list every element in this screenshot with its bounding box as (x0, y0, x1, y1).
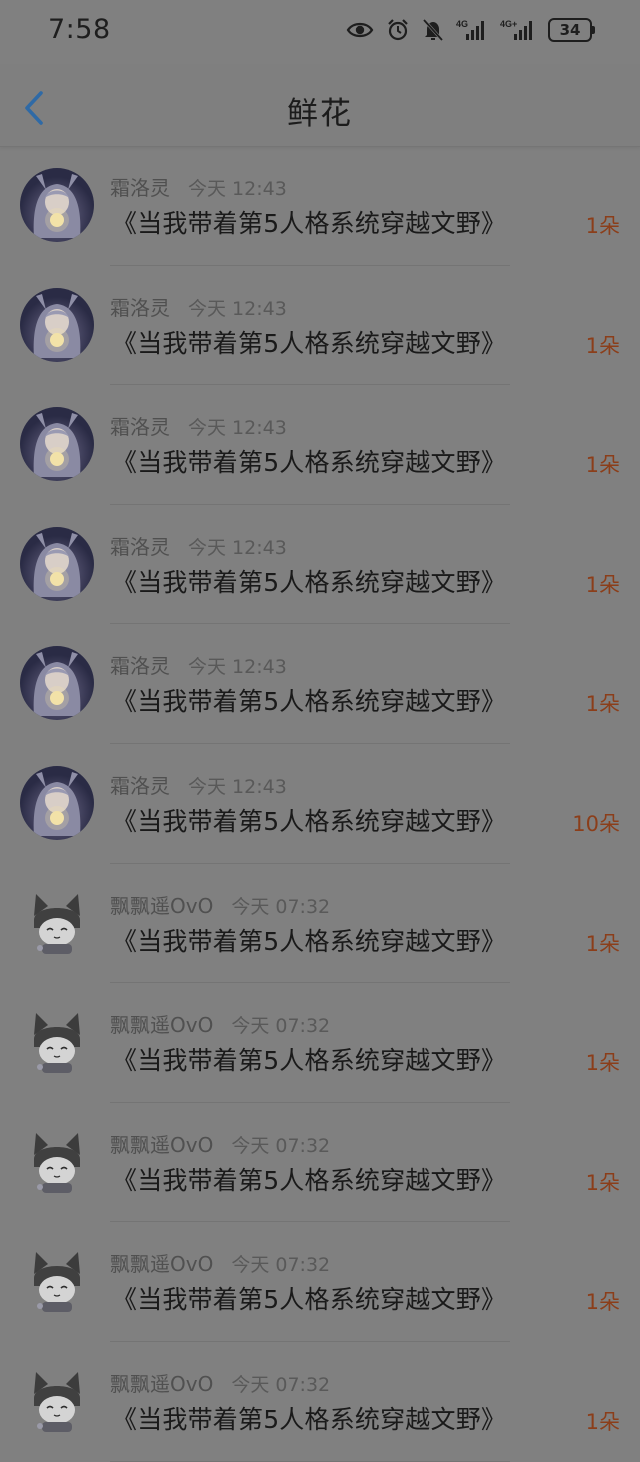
book-title[interactable]: 《当我带着第5人格系统穿越文野》 (112, 443, 506, 479)
list-item[interactable]: 飘飘遥OvO 今天 07:32 《当我带着第5人格系统穿越文野》 1朵 (0, 983, 640, 1103)
user-name[interactable]: 飘飘遥OvO (110, 1013, 213, 1037)
bell-off-icon (422, 18, 444, 42)
user-name[interactable]: 霜洛灵 (110, 654, 170, 678)
item-meta: 霜洛灵 今天 12:43 (110, 531, 287, 560)
svg-text:4G: 4G (456, 19, 468, 29)
item-meta: 飘飘遥OvO 今天 07:32 (110, 1248, 330, 1277)
book-title[interactable]: 《当我带着第5人格系统穿越文野》 (112, 324, 506, 360)
list-item[interactable]: 飘飘遥OvO 今天 07:32 《当我带着第5人格系统穿越文野》 1朵 (0, 1103, 640, 1223)
user-name[interactable]: 霜洛灵 (110, 415, 170, 439)
item-meta: 霜洛灵 今天 12:43 (110, 650, 287, 679)
list-item[interactable]: 飘飘遥OvO 今天 07:32 《当我带着第5人格系统穿越文野》 1朵 (0, 1342, 640, 1462)
item-time: 今天 07:32 (231, 895, 331, 918)
book-title[interactable]: 《当我带着第5人格系统穿越文野》 (112, 1161, 506, 1197)
item-meta: 飘飘遥OvO 今天 07:32 (110, 1368, 330, 1397)
status-icons: 4G 4G+ 34 (346, 18, 595, 42)
avatar[interactable] (20, 1124, 94, 1199)
avatar[interactable] (20, 1244, 94, 1319)
eye-icon (346, 22, 374, 38)
book-title[interactable]: 《当我带着第5人格系统穿越文野》 (112, 1400, 506, 1436)
item-time: 今天 07:32 (231, 1134, 331, 1157)
status-bar: 7:58 4G 4G+ 34 (0, 0, 640, 64)
list-item[interactable]: 飘飘遥OvO 今天 07:32 《当我带着第5人格系统穿越文野》 1朵 (0, 864, 640, 984)
avatar[interactable] (20, 765, 94, 840)
flower-list: 霜洛灵 今天 12:43 《当我带着第5人格系统穿越文野》 1朵 霜洛灵 今天 12:4… (0, 146, 640, 1462)
user-name[interactable]: 飘飘遥OvO (110, 1252, 213, 1276)
alarm-icon (388, 19, 408, 41)
page-title: 鲜花 (287, 96, 353, 132)
battery-indicator: 34 (548, 18, 595, 42)
flower-count: 1朵 (585, 692, 620, 717)
book-title[interactable]: 《当我带着第5人格系统穿越文野》 (112, 802, 506, 838)
item-meta: 霜洛灵 今天 12:43 (110, 292, 287, 321)
list-item[interactable]: 飘飘遥OvO 今天 07:32 《当我带着第5人格系统穿越文野》 1朵 (0, 1222, 640, 1342)
list-item[interactable]: 霜洛灵 今天 12:43 《当我带着第5人格系统穿越文野》 10朵 (0, 744, 640, 864)
divider (110, 1460, 510, 1462)
book-title[interactable]: 《当我带着第5人格系统穿越文野》 (112, 1280, 506, 1316)
item-time: 今天 12:43 (188, 297, 287, 320)
avatar[interactable] (20, 646, 94, 721)
flower-count: 1朵 (585, 214, 620, 238)
signal-4g-icon: 4G+ (500, 19, 532, 40)
flower-count: 1朵 (585, 931, 620, 956)
item-time: 今天 12:43 (188, 656, 287, 679)
list-item[interactable]: 霜洛灵 今天 12:43 《当我带着第5人格系统穿越文野》 1朵 (0, 505, 640, 625)
user-name[interactable]: 霜洛灵 (110, 774, 170, 798)
item-time: 今天 12:43 (188, 775, 287, 798)
avatar[interactable] (20, 1363, 94, 1438)
avatar[interactable] (20, 526, 94, 601)
flower-count: 1朵 (585, 333, 620, 358)
avatar[interactable] (20, 287, 94, 362)
item-time: 今天 07:32 (231, 1254, 331, 1277)
item-meta: 霜洛灵 今天 12:43 (110, 770, 287, 799)
item-meta: 飘飘遥OvO 今天 07:32 (110, 890, 330, 919)
flower-count: 1朵 (585, 453, 620, 478)
item-meta: 飘飘遥OvO 今天 07:32 (110, 1129, 330, 1158)
item-time: 今天 12:43 (188, 536, 287, 559)
user-name[interactable]: 霜洛灵 (110, 296, 170, 320)
list-item[interactable]: 霜洛灵 今天 12:43 《当我带着第5人格系统穿越文野》 1朵 (0, 624, 640, 744)
list-item[interactable]: 霜洛灵 今天 12:43 《当我带着第5人格系统穿越文野》 1朵 (0, 385, 640, 505)
item-meta: 霜洛灵 今天 12:43 (110, 411, 287, 440)
item-time: 今天 12:43 (188, 178, 287, 200)
list-item[interactable]: 霜洛灵 今天 12:43 《当我带着第5人格系统穿越文野》 1朵 (0, 266, 640, 386)
user-name[interactable]: 霜洛灵 (110, 535, 170, 559)
avatar[interactable] (20, 168, 94, 242)
user-name[interactable]: 飘飘遥OvO (110, 1372, 213, 1396)
book-title[interactable]: 《当我带着第5人格系统穿越文野》 (112, 1041, 506, 1077)
book-title[interactable]: 《当我带着第5人格系统穿越文野》 (112, 563, 506, 599)
status-time: 7:58 (48, 14, 111, 45)
item-time: 今天 07:32 (231, 1015, 331, 1038)
user-name[interactable]: 飘飘遥OvO (110, 1133, 213, 1157)
avatar[interactable] (20, 885, 94, 960)
header-bar: 鲜花 (0, 64, 640, 147)
list-item[interactable]: 霜洛灵 今天 12:43 《当我带着第5人格系统穿越文野》 1朵 (0, 146, 640, 266)
item-time: 今天 07:32 (231, 1373, 331, 1396)
book-title[interactable]: 《当我带着第5人格系统穿越文野》 (112, 204, 506, 240)
svg-text:4G+: 4G+ (500, 19, 517, 29)
avatar[interactable] (20, 407, 94, 482)
avatar[interactable] (20, 1005, 94, 1080)
flower-count: 1朵 (585, 1051, 620, 1076)
item-time: 今天 12:43 (188, 417, 287, 440)
flower-count: 10朵 (572, 811, 620, 836)
book-title[interactable]: 《当我带着第5人格系统穿越文野》 (112, 682, 506, 718)
user-name[interactable]: 飘飘遥OvO (110, 894, 213, 918)
item-meta: 飘飘遥OvO 今天 07:32 (110, 1009, 330, 1038)
signal-4g-icon: 4G (456, 19, 484, 40)
book-title[interactable]: 《当我带着第5人格系统穿越文野》 (112, 922, 506, 958)
user-name[interactable]: 霜洛灵 (110, 176, 170, 200)
item-meta: 霜洛灵 今天 12:43 (110, 172, 287, 201)
flower-count: 1朵 (585, 572, 620, 597)
flower-count: 1朵 (585, 1170, 620, 1195)
flower-count: 1朵 (585, 1290, 620, 1315)
flower-count: 1朵 (585, 1409, 620, 1434)
